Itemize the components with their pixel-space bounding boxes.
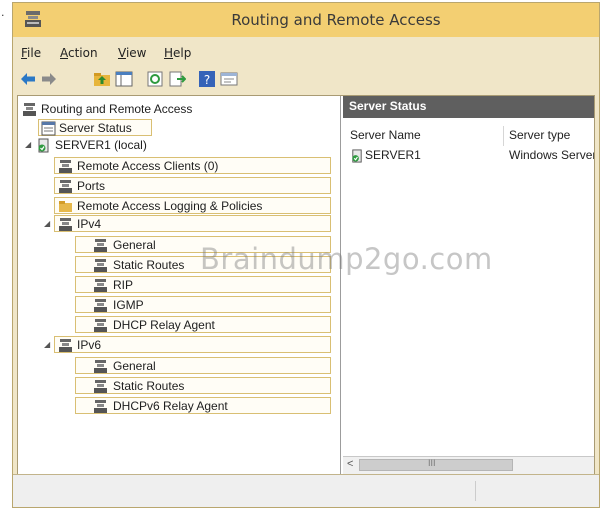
tree-ipv4[interactable]: IPv4: [54, 215, 331, 232]
status-bar: [13, 474, 599, 507]
tree-logging-policies[interactable]: Remote Access Logging & Policies: [54, 197, 331, 214]
scroll-left-icon[interactable]: <: [347, 458, 353, 470]
status-divider: [475, 481, 476, 501]
horizontal-scrollbar[interactable]: < III: [343, 456, 594, 474]
expand-ipv6-icon[interactable]: ◢: [44, 340, 50, 349]
mmc-client-area: Routing and Remote Access Server Status …: [17, 95, 595, 475]
up-folder-icon[interactable]: [93, 70, 111, 88]
server-icon: [352, 149, 362, 163]
folder-icon: [59, 201, 72, 212]
toolbar: ?: [13, 66, 599, 92]
export-icon[interactable]: [168, 70, 186, 88]
forward-arrow-icon[interactable]: [40, 70, 58, 88]
tree-ports[interactable]: Ports: [54, 177, 331, 194]
properties-icon[interactable]: [220, 70, 238, 88]
remote-clients-icon: [59, 160, 72, 173]
menu-view[interactable]: View: [118, 46, 146, 60]
tree-ipv4-dhcp-relay[interactable]: DHCP Relay Agent: [75, 316, 331, 333]
title-bar[interactable]: Routing and Remote Access: [13, 3, 599, 37]
window-title: Routing and Remote Access: [231, 11, 441, 29]
server-status-icon: [41, 121, 56, 136]
igmp-icon: [94, 299, 107, 312]
help-icon[interactable]: ?: [198, 70, 216, 88]
expand-ipv4-icon[interactable]: ◢: [44, 219, 50, 228]
tree-ipv6[interactable]: IPv6: [54, 336, 331, 353]
static-routes-icon: [94, 259, 107, 272]
dhcpv6-relay-icon: [94, 400, 107, 413]
static-routes-icon: [94, 380, 107, 393]
rip-icon: [94, 279, 107, 292]
general-icon: [94, 239, 107, 252]
ipv6-icon: [59, 339, 72, 352]
back-arrow-icon[interactable]: [19, 70, 37, 88]
tree-ipv4-igmp[interactable]: IGMP: [75, 296, 331, 313]
svg-text:?: ?: [204, 73, 210, 87]
details-header: Server Status: [343, 96, 594, 118]
mmc-window: Routing and Remote Access File Action Vi…: [12, 2, 600, 508]
tree-ipv6-general[interactable]: General: [75, 357, 331, 374]
console-tree-icon[interactable]: [115, 70, 133, 88]
details-pane: Server Status Server Name Server type SE…: [343, 96, 594, 474]
column-server-name[interactable]: Server Name: [350, 128, 421, 142]
expand-server-icon[interactable]: ◢: [25, 140, 31, 149]
tree-ipv6-static-routes[interactable]: Static Routes: [75, 377, 331, 394]
tree-ipv6-dhcpv6-relay[interactable]: DHCPv6 Relay Agent: [75, 397, 331, 414]
refresh-icon[interactable]: [146, 70, 164, 88]
ipv4-icon: [59, 218, 72, 231]
routing-root-icon: [23, 103, 36, 116]
column-divider[interactable]: [503, 126, 504, 146]
ports-icon: [59, 180, 72, 193]
tree-remote-access-clients[interactable]: Remote Access Clients (0): [54, 157, 331, 174]
general-icon: [94, 360, 107, 373]
server-icon: [38, 138, 49, 153]
menu-bar: File Action View Help: [13, 43, 599, 63]
tree-server-status[interactable]: Server Status: [38, 119, 152, 136]
page-bullet: .: [1, 6, 5, 19]
console-tree: Routing and Remote Access Server Status …: [18, 96, 341, 474]
scrollbar-thumb[interactable]: III: [359, 458, 513, 471]
grip-icon: III: [428, 458, 436, 468]
menu-file[interactable]: File: [21, 46, 41, 60]
tree-ipv4-rip[interactable]: RIP: [75, 276, 331, 293]
row-server-name: SERVER1: [365, 148, 421, 162]
row-server-type: Windows Server: [509, 148, 595, 162]
dhcp-relay-icon: [94, 319, 107, 332]
tree-ipv4-static-routes[interactable]: Static Routes: [75, 256, 331, 273]
menu-action[interactable]: Action: [60, 46, 98, 60]
tree-ipv4-general[interactable]: General: [75, 236, 331, 253]
menu-help[interactable]: Help: [164, 46, 191, 60]
column-server-type[interactable]: Server type: [509, 128, 570, 142]
